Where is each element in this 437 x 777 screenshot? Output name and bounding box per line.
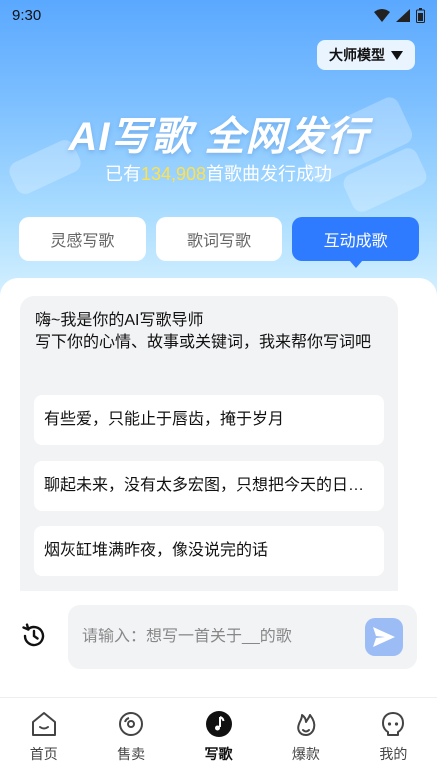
- greeting-line-1: 嗨~我是你的AI写歌导师: [35, 312, 204, 329]
- send-icon: [373, 627, 395, 647]
- nav-label: 写歌: [204, 746, 233, 762]
- disc-icon: [117, 710, 145, 738]
- home-icon: [30, 710, 58, 738]
- model-selector-label: 大师模型: [329, 47, 385, 63]
- song-count: 134,908: [140, 164, 207, 184]
- tab-lyrics[interactable]: 歌词写歌: [155, 217, 283, 261]
- nav-item-write[interactable]: 写歌: [175, 698, 262, 777]
- history-icon: [22, 623, 45, 647]
- profile-icon: [379, 710, 407, 738]
- nav-item-hot[interactable]: 爆款: [262, 698, 349, 777]
- music-note-icon: [205, 710, 233, 738]
- subtitle-suffix: 首歌曲发行成功: [206, 164, 333, 184]
- nav-label: 爆款: [291, 746, 320, 762]
- nav-item-profile[interactable]: 我的: [350, 698, 437, 777]
- mode-tabs: 灵感写歌 歌词写歌 互动成歌: [19, 217, 420, 268]
- status-bar: 9:30: [0, 0, 437, 30]
- nav-item-sell[interactable]: 售卖: [87, 698, 174, 777]
- nav-label: 售卖: [117, 746, 146, 762]
- nav-item-home[interactable]: 首页: [0, 698, 87, 777]
- battery-icon: [416, 7, 425, 23]
- wifi-icon: [374, 8, 390, 22]
- suggestion-item[interactable]: 有些爱，只能止于唇齿，掩于岁月: [34, 395, 384, 445]
- greeting-text: 嗨~我是你的AI写歌导师 写下你的心情、故事或关键词，我来帮你写词吧: [35, 310, 385, 354]
- suggestion-item[interactable]: 烟灰缸堆满昨夜，像没说完的话: [34, 526, 384, 576]
- bottom-nav: 首页 售卖 写歌 爆款 我的: [0, 697, 437, 777]
- suggestion-item[interactable]: 聊起未来，没有太多宏图，只想把今天的日子过好: [34, 461, 384, 511]
- send-button[interactable]: [365, 618, 403, 656]
- status-icons: [374, 7, 425, 23]
- tab-inspiration[interactable]: 灵感写歌: [19, 217, 146, 261]
- flame-icon: [292, 710, 320, 738]
- page-subtitle: 已有134,908首歌曲发行成功: [0, 160, 437, 186]
- nav-label: 我的: [379, 746, 408, 762]
- greeting-line-2: 写下你的心情、故事或关键词，我来帮你写词吧: [35, 334, 372, 351]
- signal-icon: [396, 8, 410, 22]
- model-selector-button[interactable]: 大师模型: [317, 40, 415, 70]
- nav-label: 首页: [29, 746, 58, 762]
- prompt-input[interactable]: [82, 628, 365, 646]
- assistant-message: 嗨~我是你的AI写歌导师 写下你的心情、故事或关键词，我来帮你写词吧 有些爱，只…: [20, 296, 398, 591]
- history-button[interactable]: [20, 622, 48, 650]
- status-time: 9:30: [12, 6, 42, 24]
- composer: [68, 605, 417, 669]
- subtitle-prefix: 已有: [104, 164, 141, 184]
- page-title: AI写歌 全网发行: [68, 115, 369, 159]
- tab-interactive[interactable]: 互动成歌: [292, 217, 420, 268]
- caret-down-icon: [391, 50, 403, 60]
